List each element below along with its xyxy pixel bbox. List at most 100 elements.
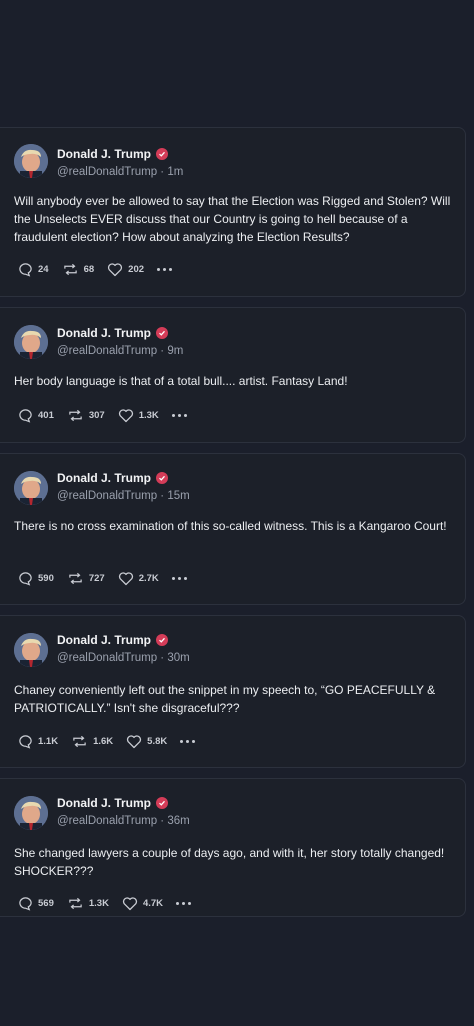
post-time[interactable]: 15m <box>167 490 189 502</box>
heart-icon <box>126 734 142 749</box>
like-count: 4.7K <box>142 898 164 909</box>
avatar[interactable] <box>14 325 48 359</box>
post-card[interactable]: Donald J. Trump @realDonaldTrump · 1m Wi… <box>0 127 466 297</box>
separator: · <box>157 652 168 664</box>
like-button[interactable]: 202 <box>107 262 144 277</box>
post-time[interactable]: 30m <box>167 652 189 664</box>
separator: · <box>157 815 168 827</box>
author-name[interactable]: Donald J. Trump <box>57 796 151 810</box>
reply-count: 401 <box>38 410 54 421</box>
repost-arrows-icon <box>67 896 84 911</box>
post-text: Chaney conveniently left out the snippet… <box>14 683 436 715</box>
more-options-button[interactable] <box>180 740 196 743</box>
post-text: She changed lawyers a couple of days ago… <box>14 846 445 878</box>
more-options-button[interactable] <box>176 902 192 905</box>
like-button[interactable]: 4.7K <box>122 896 163 911</box>
author-handle[interactable]: @realDonaldTrump <box>57 345 157 357</box>
speech-bubble-icon <box>18 262 33 277</box>
post-text: Will anybody ever be allowed to say that… <box>14 194 451 244</box>
author-name[interactable]: Donald J. Trump <box>57 471 151 485</box>
verified-badge-icon <box>156 634 169 646</box>
repost-arrows-icon <box>67 571 84 586</box>
ellipsis-icon <box>180 740 184 743</box>
like-count: 5.8K <box>147 736 168 747</box>
post-time[interactable]: 1m <box>167 166 183 178</box>
retruth-button[interactable]: 307 <box>67 408 105 423</box>
verified-badge-icon <box>156 797 169 809</box>
ellipsis-icon <box>171 414 175 417</box>
more-options-button[interactable] <box>171 577 187 580</box>
reply-count: 569 <box>38 898 54 909</box>
retruth-count: 307 <box>88 410 105 421</box>
author-name[interactable]: Donald J. Trump <box>57 326 151 340</box>
post-text: There is no cross examination of this so… <box>14 519 447 533</box>
speech-bubble-icon <box>18 896 33 911</box>
like-count: 202 <box>128 264 145 275</box>
reply-count: 24 <box>38 264 49 275</box>
avatar[interactable] <box>14 144 48 178</box>
reply-button[interactable]: 590 <box>18 571 54 586</box>
retruth-button[interactable]: 68 <box>62 262 95 277</box>
reply-button[interactable]: 401 <box>18 408 54 423</box>
speech-bubble-icon <box>18 408 33 423</box>
reply-count: 590 <box>38 573 54 584</box>
separator: · <box>157 345 168 357</box>
like-count: 1.3K <box>138 410 159 421</box>
heart-icon <box>118 408 134 423</box>
repost-arrows-icon <box>67 408 84 423</box>
post-actions: 569 1.3K 4.7K <box>18 896 192 911</box>
reply-button[interactable]: 24 <box>18 262 49 277</box>
verified-badge-icon <box>156 327 169 339</box>
like-button[interactable]: 5.8K <box>126 734 167 749</box>
post-card[interactable]: Donald J. Trump @realDonaldTrump · 9m He… <box>0 307 466 443</box>
author-handle[interactable]: @realDonaldTrump <box>57 815 157 827</box>
post-card[interactable]: Donald J. Trump @realDonaldTrump · 30m C… <box>0 615 466 768</box>
retruth-count: 68 <box>83 264 95 275</box>
retruth-count: 727 <box>88 573 105 584</box>
ellipsis-icon <box>171 577 175 580</box>
separator: · <box>157 166 168 178</box>
reply-button[interactable]: 569 <box>18 896 54 911</box>
author-handle[interactable]: @realDonaldTrump <box>57 652 157 664</box>
author-handle[interactable]: @realDonaldTrump <box>57 166 157 178</box>
separator: · <box>157 490 168 502</box>
author-handle[interactable]: @realDonaldTrump <box>57 490 157 502</box>
retruth-button[interactable]: 1.6K <box>71 734 113 749</box>
retruth-button[interactable]: 727 <box>67 571 105 586</box>
avatar[interactable] <box>14 633 48 667</box>
heart-icon <box>107 262 123 277</box>
ellipsis-icon <box>157 268 161 271</box>
retruth-button[interactable]: 1.3K <box>67 896 109 911</box>
ellipsis-icon <box>176 902 180 905</box>
retruth-count: 1.6K <box>93 736 114 747</box>
more-options-button[interactable] <box>171 414 187 417</box>
author-name[interactable]: Donald J. Trump <box>57 147 151 161</box>
repost-arrows-icon <box>62 262 79 277</box>
repost-arrows-icon <box>71 734 88 749</box>
post-card[interactable]: Donald J. Trump @realDonaldTrump · 36m S… <box>0 778 466 917</box>
post-time[interactable]: 36m <box>167 815 189 827</box>
like-button[interactable]: 2.7K <box>118 571 159 586</box>
post-actions: 24 68 202 <box>18 262 173 277</box>
like-button[interactable]: 1.3K <box>118 408 159 423</box>
author-name[interactable]: Donald J. Trump <box>57 633 151 647</box>
reply-count: 1.1K <box>38 736 59 747</box>
reply-button[interactable]: 1.1K <box>18 734 58 749</box>
speech-bubble-icon <box>18 734 33 749</box>
speech-bubble-icon <box>18 571 33 586</box>
feed: Donald J. Trump @realDonaldTrump · 1m Wi… <box>0 0 474 1026</box>
verified-badge-icon <box>156 148 169 160</box>
more-options-button[interactable] <box>157 268 173 271</box>
post-actions: 401 307 1.3K <box>18 408 187 423</box>
post-card[interactable]: Donald J. Trump @realDonaldTrump · 15m T… <box>0 453 466 605</box>
heart-icon <box>122 896 138 911</box>
post-actions: 590 727 2.7K <box>18 571 187 586</box>
like-count: 2.7K <box>138 573 159 584</box>
retruth-count: 1.3K <box>88 898 109 909</box>
avatar[interactable] <box>14 796 48 830</box>
post-time[interactable]: 9m <box>167 345 183 357</box>
avatar[interactable] <box>14 471 48 505</box>
verified-badge-icon <box>156 472 169 484</box>
heart-icon <box>118 571 134 586</box>
post-text: Her body language is that of a total bul… <box>14 374 348 388</box>
